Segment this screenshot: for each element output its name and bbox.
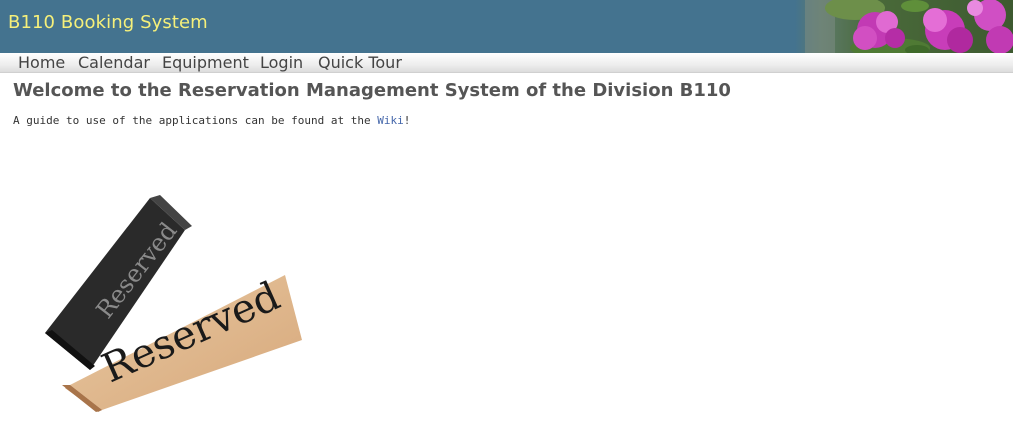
guide-text: A guide to use of the applications can b… [13,114,410,127]
nav-equipment[interactable]: Equipment [162,53,249,72]
reserved-signs-image: Reserved Reserved [45,195,302,412]
main-nav: Home Calendar Equipment Login Quick Tour [0,53,1013,73]
page-title: Welcome to the Reservation Management Sy… [13,80,731,101]
guide-text-after: ! [403,114,411,127]
nav-quick-tour[interactable]: Quick Tour [318,53,402,72]
flowers-banner-image [795,0,1013,53]
header-bar: B110 Booking System [0,0,1013,53]
guide-text-before: A guide to use of the applications can b… [13,114,378,127]
nav-home[interactable]: Home [18,53,65,72]
wiki-link[interactable]: Wiki [377,114,404,127]
app-title[interactable]: B110 Booking System [8,12,208,33]
nav-calendar[interactable]: Calendar [78,53,150,72]
nav-login[interactable]: Login [260,53,303,72]
